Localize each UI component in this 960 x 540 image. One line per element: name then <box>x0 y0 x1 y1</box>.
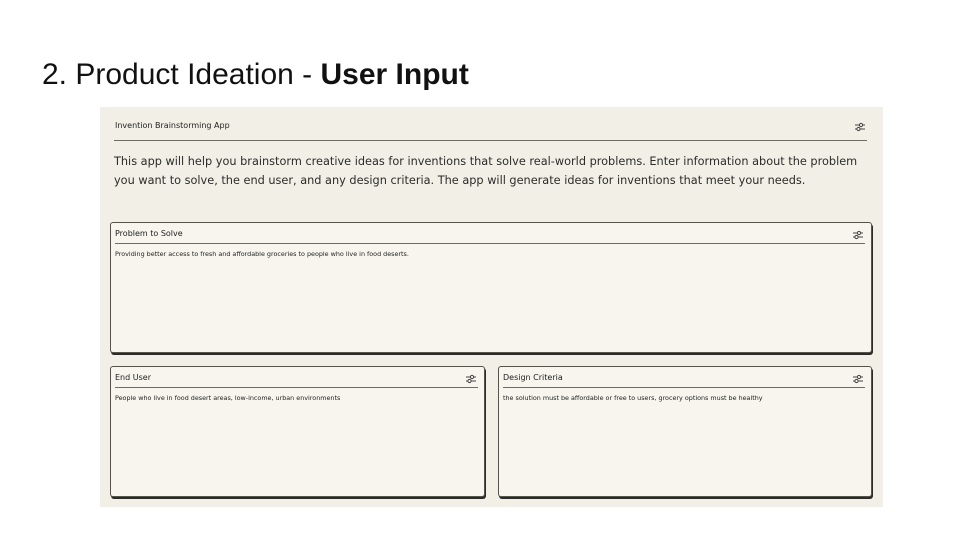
slide-title-prefix: 2. Product Ideation - <box>42 58 321 91</box>
end-user-field-header: End User <box>115 370 478 388</box>
app-description: This app will help you brainstorm creati… <box>114 155 858 187</box>
tune-icon[interactable] <box>851 372 865 386</box>
problem-field-input[interactable]: Providing better access to fresh and aff… <box>115 249 865 348</box>
tune-icon[interactable] <box>853 120 867 134</box>
design-criteria-field-label: Design Criteria <box>503 373 563 382</box>
design-criteria-field-input[interactable]: the solution must be affordable or free … <box>503 393 865 492</box>
design-criteria-field-header: Design Criteria <box>503 370 865 388</box>
app-panel: Invention Brainstorming App This app wil… <box>100 107 883 507</box>
problem-field-label: Problem to Solve <box>115 229 183 238</box>
end-user-field-label: End User <box>115 373 151 382</box>
tune-icon[interactable] <box>851 228 865 242</box>
slide-title: 2. Product Ideation - User Input <box>42 58 469 92</box>
tune-icon[interactable] <box>464 372 478 386</box>
end-user-field: End User People who live in food desert … <box>110 366 485 497</box>
app-title: Invention Brainstorming App <box>115 121 230 130</box>
end-user-field-input[interactable]: People who live in food desert areas, lo… <box>115 393 478 492</box>
problem-field-header: Problem to Solve <box>115 226 865 244</box>
slide-title-bold: User Input <box>320 58 469 91</box>
design-criteria-field: Design Criteria the solution must be aff… <box>498 366 872 497</box>
problem-field: Problem to Solve Providing better access… <box>110 222 872 353</box>
app-header: Invention Brainstorming App <box>114 118 867 141</box>
